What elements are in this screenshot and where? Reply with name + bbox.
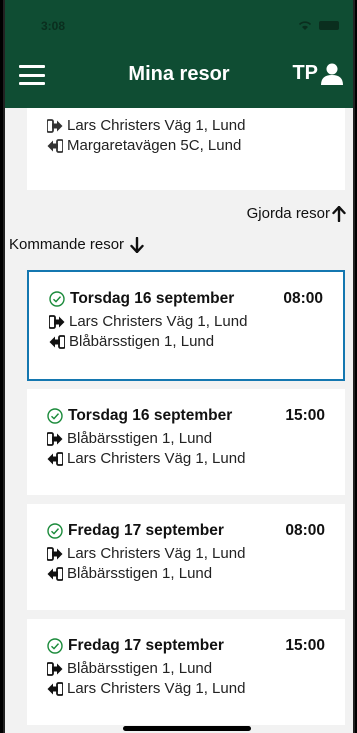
status-icons xyxy=(297,20,339,30)
status-bar: 3:08 xyxy=(5,0,353,46)
trip-to-text: Blåbärsstigen 1, Lund xyxy=(67,565,213,582)
trip-from-text: Lars Christers Väg 1, Lund xyxy=(67,117,246,134)
arrow-down-icon xyxy=(130,236,144,253)
trip-to-text: Margaretavägen 5C, Lund xyxy=(67,137,242,154)
past-trip-card[interactable]: Lars Christers Väg 1, Lund Margaretaväge… xyxy=(27,108,345,190)
trip-to: Lars Christers Väg 1, Lund xyxy=(47,679,325,699)
phone-screen: 3:08 Mina resor TP Lars Christers Väg 1,… xyxy=(3,0,355,733)
trip-header: Torsdag 16 september 08:00 xyxy=(49,290,323,308)
trip-from-text: Lars Christers Väg 1, Lund xyxy=(69,313,248,330)
trip-from: Lars Christers Väg 1, Lund xyxy=(47,116,325,136)
depart-arrow-icon xyxy=(47,119,63,133)
trip-from: Lars Christers Väg 1, Lund xyxy=(49,312,323,332)
trip-day: Torsdag 16 september xyxy=(70,290,235,307)
app-header: 3:08 Mina resor TP xyxy=(5,0,353,108)
trip-day: Fredag 17 september xyxy=(68,637,224,654)
trip-day: Torsdag 16 september xyxy=(68,407,233,424)
trip-from: Blåbärsstigen 1, Lund xyxy=(47,429,325,449)
trip-from-text: Blåbärsstigen 1, Lund xyxy=(67,430,213,447)
check-circle-icon xyxy=(47,523,63,539)
arrive-arrow-icon xyxy=(47,567,63,581)
depart-arrow-icon xyxy=(47,547,63,561)
depart-arrow-icon xyxy=(47,662,63,676)
arrow-up-icon xyxy=(332,205,346,222)
trip-time: 15:00 xyxy=(285,637,325,654)
trip-header: Fredag 17 september 08:00 xyxy=(47,522,325,540)
done-trips-label: Gjorda resor xyxy=(246,205,330,222)
trip-to: Lars Christers Väg 1, Lund xyxy=(47,449,325,469)
trip-time: 08:00 xyxy=(283,290,323,307)
trip-to: Blåbärsstigen 1, Lund xyxy=(47,564,325,584)
trip-to-text: Blåbärsstigen 1, Lund xyxy=(69,333,215,350)
status-time: 3:08 xyxy=(41,19,66,33)
home-indicator[interactable] xyxy=(123,726,251,731)
trip-to: Margaretavägen 5C, Lund xyxy=(47,136,325,156)
user-icon xyxy=(321,63,343,85)
check-circle-icon xyxy=(49,291,65,307)
check-circle-icon xyxy=(47,638,63,654)
trip-header: Fredag 17 september 15:00 xyxy=(47,637,325,655)
depart-arrow-icon xyxy=(49,315,65,329)
trip-from-text: Blåbärsstigen 1, Lund xyxy=(67,660,213,677)
trip-card[interactable]: Torsdag 16 september 08:00 Lars Christer… xyxy=(27,270,345,381)
trip-time: 15:00 xyxy=(285,407,325,424)
upcoming-trips-heading: Kommande resor xyxy=(9,236,144,253)
trip-to: Blåbärsstigen 1, Lund xyxy=(49,332,323,352)
arrive-arrow-icon xyxy=(47,452,63,466)
trip-from: Lars Christers Väg 1, Lund xyxy=(47,544,325,564)
trip-header: Torsdag 16 september 15:00 xyxy=(47,407,325,425)
arrive-arrow-icon xyxy=(47,139,63,153)
check-circle-icon xyxy=(47,408,63,424)
trip-to-text: Lars Christers Väg 1, Lund xyxy=(67,680,246,697)
trip-to-text: Lars Christers Väg 1, Lund xyxy=(67,450,246,467)
upcoming-trips-label: Kommande resor xyxy=(9,236,125,253)
user-initials: TP xyxy=(292,62,318,84)
user-profile-button[interactable]: TP xyxy=(292,62,343,85)
trip-from-text: Lars Christers Väg 1, Lund xyxy=(67,545,246,562)
done-trips-link[interactable]: Gjorda resor xyxy=(247,205,346,222)
trip-card[interactable]: Fredag 17 september 08:00 Lars Christers… xyxy=(27,504,345,610)
trip-time: 08:00 xyxy=(285,522,325,539)
trip-day: Fredag 17 september xyxy=(68,522,224,539)
depart-arrow-icon xyxy=(47,432,63,446)
trip-from: Blåbärsstigen 1, Lund xyxy=(47,659,325,679)
trip-list: Lars Christers Väg 1, Lund Margaretaväge… xyxy=(5,108,353,733)
trip-card[interactable]: Torsdag 16 september 15:00 Blåbärsstigen… xyxy=(27,389,345,495)
trip-card[interactable]: Fredag 17 september 15:00 Blåbärsstigen … xyxy=(27,619,345,725)
battery-icon xyxy=(319,20,339,30)
wifi-icon xyxy=(298,21,312,30)
arrive-arrow-icon xyxy=(49,335,65,349)
arrive-arrow-icon xyxy=(47,682,63,696)
